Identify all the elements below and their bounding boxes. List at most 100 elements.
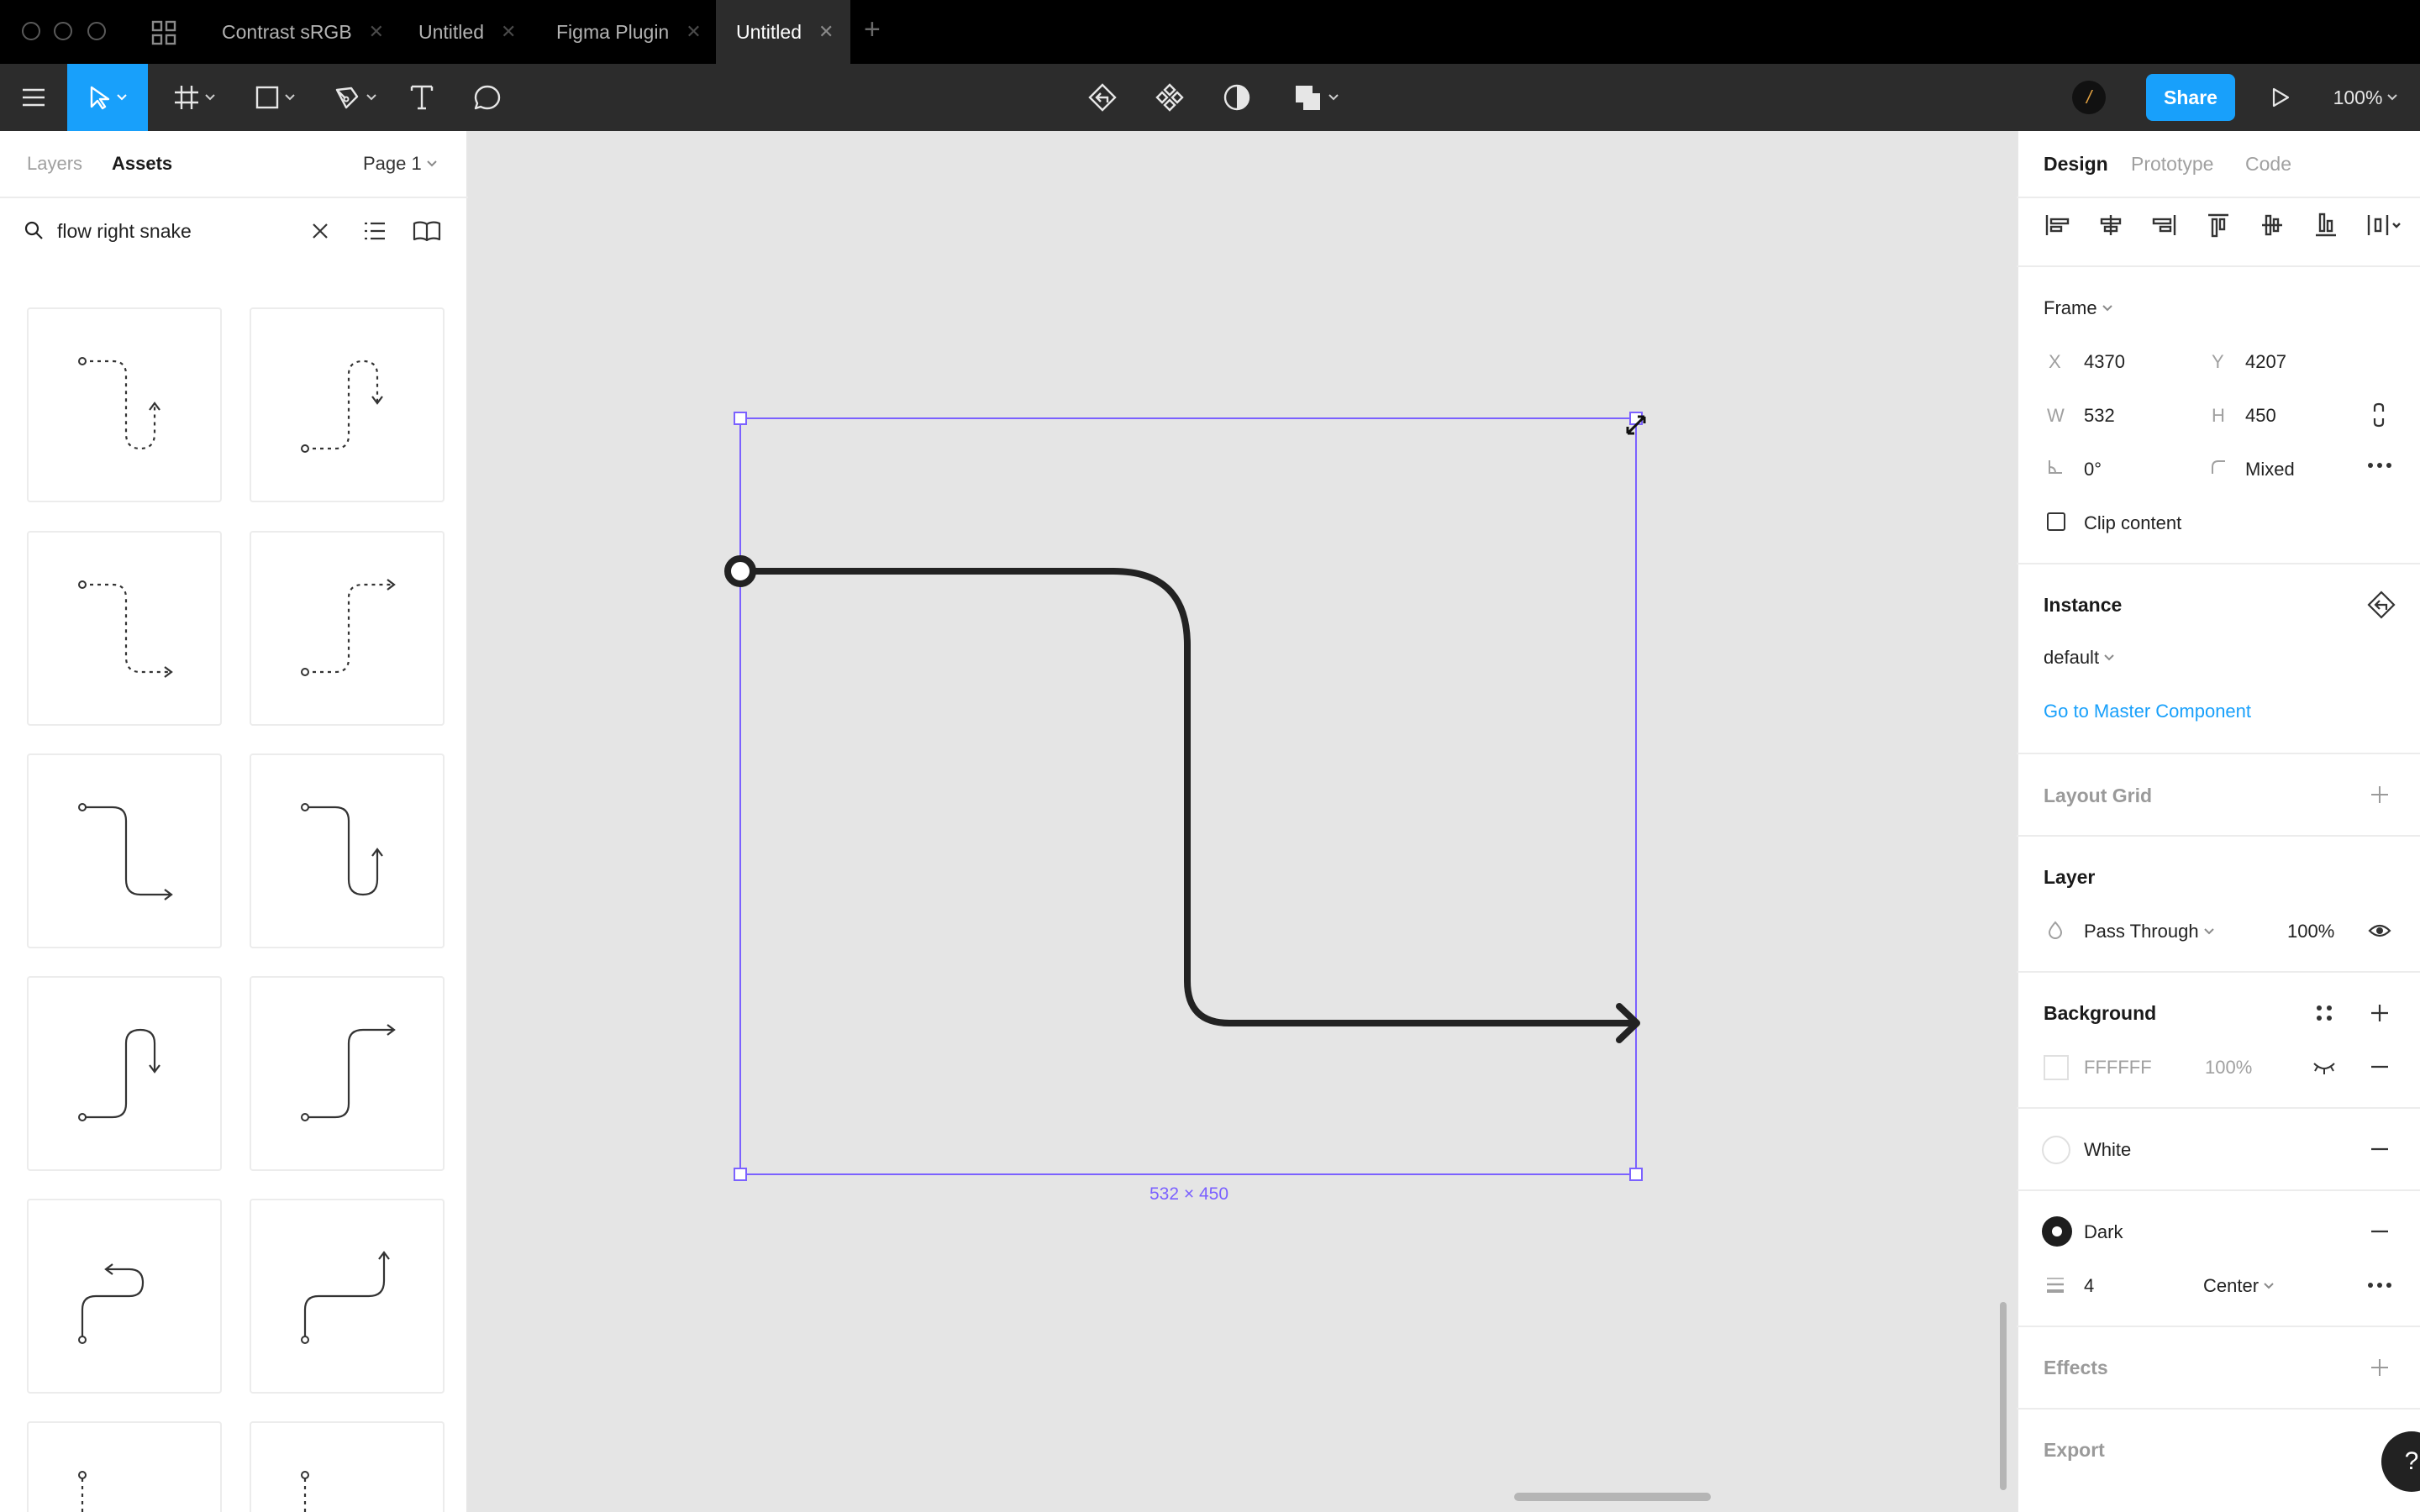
effects-title: Effects xyxy=(2044,1357,2108,1378)
team-library-icon[interactable] xyxy=(412,220,442,242)
frame-type-label: Frame xyxy=(2044,297,2097,318)
export-title: Export xyxy=(2044,1439,2105,1461)
home-grid-icon[interactable] xyxy=(151,20,176,45)
mask-button[interactable] xyxy=(1220,64,1254,131)
tab-untitled-active[interactable]: Untitled ✕ xyxy=(716,0,850,64)
divider xyxy=(2017,265,2420,267)
list-view-icon[interactable] xyxy=(363,220,387,242)
zoom-window-button[interactable] xyxy=(87,22,106,40)
asset-flow-right-snake-8[interactable] xyxy=(250,976,445,1171)
background-swatch[interactable] xyxy=(2044,1055,2069,1080)
hidden-eye-icon[interactable] xyxy=(2312,1060,2336,1075)
width-input[interactable]: 532 xyxy=(2084,405,2115,427)
corner-radius-input[interactable]: Mixed xyxy=(2245,459,2295,480)
vertical-scrollbar[interactable] xyxy=(2000,1302,2007,1490)
remove-fill-icon[interactable] xyxy=(2370,1147,2390,1151)
fill-style-name[interactable]: White xyxy=(2084,1139,2131,1161)
tab-contrast-srgb[interactable]: Contrast sRGB ✕ xyxy=(202,0,395,64)
boolean-union-icon xyxy=(1296,86,1320,110)
new-tab-button[interactable]: + xyxy=(864,13,881,46)
clip-content-checkbox[interactable] xyxy=(2047,512,2065,531)
tab-prototype[interactable]: Prototype xyxy=(2131,153,2213,176)
stroke-style-name[interactable]: Dark xyxy=(2084,1221,2123,1243)
close-window-button[interactable] xyxy=(22,22,40,40)
variant-dropdown[interactable]: default xyxy=(2044,647,2114,669)
detach-instance-button[interactable] xyxy=(1086,64,1119,131)
height-input[interactable]: 450 xyxy=(2245,405,2276,427)
y-input[interactable]: 4207 xyxy=(2245,351,2286,373)
stroke-weight-input[interactable]: 4 xyxy=(2084,1275,2094,1297)
tab-design[interactable]: Design xyxy=(2044,153,2108,176)
tab-label: Contrast sRGB xyxy=(222,20,352,43)
comment-tool-button[interactable] xyxy=(471,64,504,131)
main-menu-icon[interactable] xyxy=(17,64,50,131)
tab-assets[interactable]: Assets xyxy=(112,153,172,175)
stroke-options-icon[interactable] xyxy=(2366,1280,2393,1290)
remove-background-icon[interactable] xyxy=(2370,1065,2390,1068)
asset-flow-right-snake-1[interactable] xyxy=(27,307,222,502)
minimize-window-button[interactable] xyxy=(54,22,72,40)
tab-untitled-1[interactable]: Untitled ✕ xyxy=(395,0,538,64)
user-avatar[interactable]: / xyxy=(2072,81,2106,114)
layer-opacity-input[interactable]: 100% xyxy=(2287,921,2334,942)
tab-label: Untitled xyxy=(418,20,484,43)
close-icon[interactable]: ✕ xyxy=(686,21,701,43)
add-effect-icon[interactable] xyxy=(2370,1357,2390,1378)
pen-tool-button[interactable] xyxy=(328,64,383,131)
shape-tool-button[interactable] xyxy=(247,64,302,131)
asset-flow-right-snake-4[interactable] xyxy=(250,531,445,726)
rotation-input[interactable]: 0° xyxy=(2084,459,2102,480)
tab-code[interactable]: Code xyxy=(2245,153,2291,176)
frame-type-dropdown[interactable]: Frame xyxy=(2044,297,2112,319)
close-icon[interactable]: ✕ xyxy=(818,21,834,43)
frame-icon xyxy=(175,86,198,109)
remove-stroke-icon[interactable] xyxy=(2370,1230,2390,1233)
frame-tool-button[interactable] xyxy=(165,64,224,131)
zoom-dropdown[interactable]: 100% xyxy=(2328,64,2403,131)
right-panel xyxy=(2017,131,2420,1512)
asset-flow-right-snake-2[interactable] xyxy=(250,307,445,502)
create-component-button[interactable] xyxy=(1153,64,1186,131)
page-label: Page 1 xyxy=(363,153,422,174)
tab-layers[interactable]: Layers xyxy=(27,153,82,175)
page-selector[interactable]: Page 1 xyxy=(363,153,437,175)
search-input[interactable] xyxy=(57,217,292,245)
horizontal-scrollbar[interactable] xyxy=(1514,1493,1711,1501)
asset-flow-right-snake-11[interactable] xyxy=(27,1421,222,1512)
asset-flow-right-snake-5[interactable] xyxy=(27,753,222,948)
tab-label: Figma Plugin xyxy=(556,20,670,43)
detach-instance-icon[interactable] xyxy=(2366,590,2396,620)
tab-figma-plugin[interactable]: Figma Plugin ✕ xyxy=(538,0,714,64)
add-layout-grid-icon[interactable] xyxy=(2370,785,2390,805)
present-button[interactable] xyxy=(2265,64,2296,131)
cursor-icon xyxy=(90,86,110,110)
text-tool-button[interactable] xyxy=(405,64,439,131)
stroke-align-dropdown[interactable]: Center xyxy=(2203,1275,2274,1297)
asset-flow-right-snake-3[interactable] xyxy=(27,531,222,726)
divider xyxy=(2017,1189,2420,1191)
dark-style-swatch[interactable] xyxy=(2042,1216,2072,1247)
constrain-proportions-icon[interactable] xyxy=(2371,402,2386,428)
asset-flow-right-snake-10[interactable] xyxy=(250,1199,445,1394)
go-to-master-link[interactable]: Go to Master Component xyxy=(2044,701,2251,722)
asset-flow-right-snake-6[interactable] xyxy=(250,753,445,948)
blend-mode-dropdown[interactable]: Pass Through xyxy=(2084,921,2214,942)
asset-flow-right-snake-12[interactable] xyxy=(250,1421,445,1512)
asset-flow-right-snake-9[interactable] xyxy=(27,1199,222,1394)
more-options-icon[interactable] xyxy=(2366,460,2393,470)
share-button[interactable]: Share xyxy=(2146,74,2235,121)
x-input[interactable]: 4370 xyxy=(2084,351,2125,373)
add-background-icon[interactable] xyxy=(2370,1003,2390,1023)
asset-flow-right-snake-7[interactable] xyxy=(27,976,222,1171)
background-opacity-input[interactable]: 100% xyxy=(2205,1057,2252,1079)
canvas-artwork xyxy=(724,412,1646,1181)
close-icon[interactable]: ✕ xyxy=(501,21,516,43)
move-tool-button[interactable] xyxy=(67,64,148,131)
style-grid-icon[interactable] xyxy=(2314,1003,2334,1023)
background-hex-input[interactable]: FFFFFF xyxy=(2084,1057,2152,1079)
clear-search-icon[interactable] xyxy=(311,222,329,240)
close-icon[interactable]: ✕ xyxy=(369,21,384,43)
eye-icon[interactable] xyxy=(2368,922,2391,939)
white-style-swatch[interactable] xyxy=(2042,1136,2070,1164)
boolean-operations-button[interactable] xyxy=(1287,64,1344,131)
